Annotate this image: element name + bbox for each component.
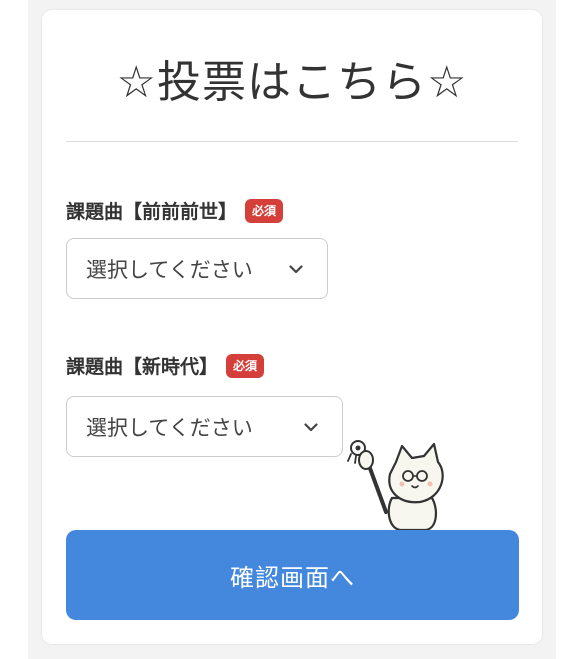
field-label-shinjidai: 課題曲【新時代】 必須 bbox=[66, 352, 265, 379]
required-badge: 必須 bbox=[226, 353, 265, 378]
chevron-down-icon bbox=[304, 422, 318, 431]
select-shinjidai[interactable]: 選択してください bbox=[66, 396, 343, 457]
cat-mascot-illustration bbox=[347, 440, 444, 538]
form-title: ☆投票はこちら☆ bbox=[116, 57, 468, 108]
select-zenzenzense[interactable]: 選択してください bbox=[66, 238, 328, 299]
field-label-text: 課題曲【前前前世】 bbox=[66, 201, 238, 223]
select-value: 選択してください bbox=[86, 415, 253, 440]
chevron-down-icon bbox=[289, 264, 303, 273]
confirm-button[interactable]: 確認画面へ bbox=[66, 530, 519, 620]
field-label-zenzenzense: 課題曲【前前前世】 必須 bbox=[66, 197, 284, 224]
vote-form-card: ☆投票はこちら☆ 課題曲【前前前世】 必須 選択してください 課題曲【新時代】 … bbox=[42, 10, 542, 644]
title-divider bbox=[66, 141, 518, 142]
field-label-text: 課題曲【新時代】 bbox=[66, 356, 219, 378]
required-badge: 必須 bbox=[245, 198, 284, 223]
select-value: 選択してください bbox=[86, 257, 253, 282]
